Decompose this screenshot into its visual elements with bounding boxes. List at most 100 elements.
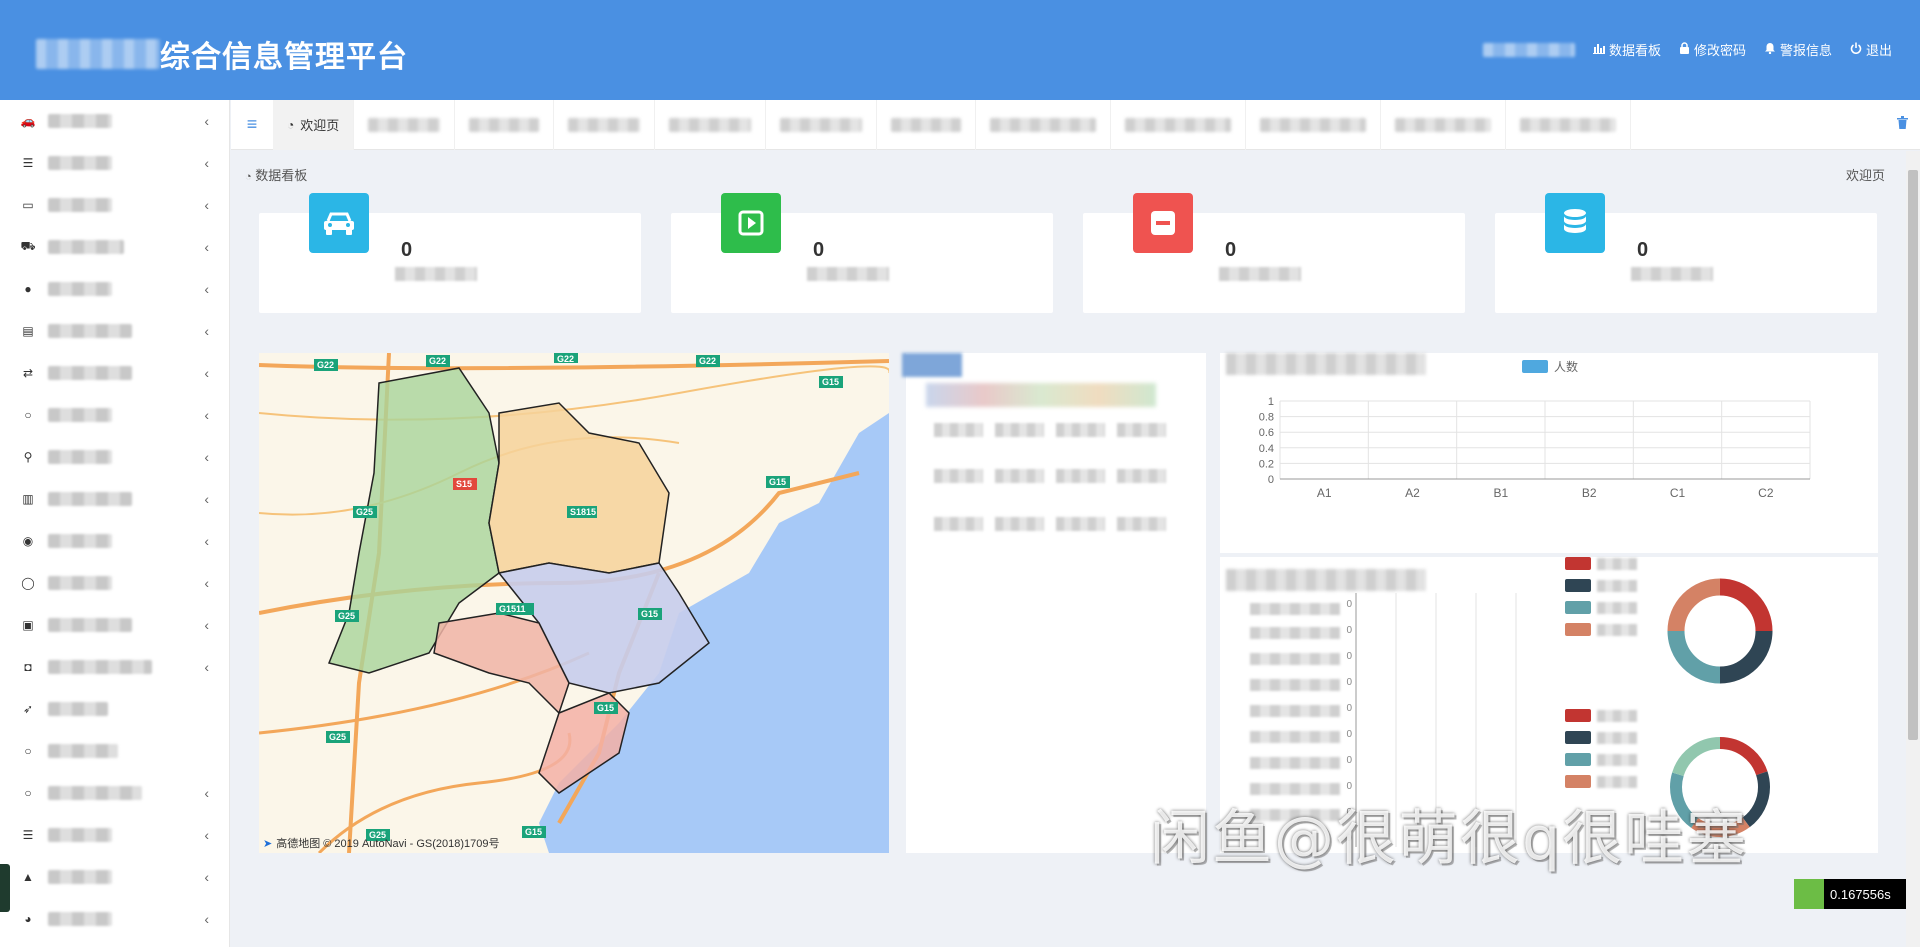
list-icon: ☰	[22, 828, 34, 842]
sidebar-label-redacted	[48, 492, 132, 506]
sidebar-drag-handle[interactable]	[0, 864, 10, 912]
sidebar-item[interactable]: ▤ ‹	[0, 310, 229, 352]
bar-chart-icon	[1592, 42, 1605, 57]
sidebar-item[interactable]: ▭ ‹	[0, 184, 229, 226]
sidebar-item[interactable]: ⇄ ‹	[0, 352, 229, 394]
tab-redacted[interactable]	[976, 99, 1112, 150]
sidebar-item[interactable]: ▲ ‹	[0, 856, 229, 898]
x-tick-label: B2	[1582, 486, 1597, 500]
sidebar-label-redacted	[48, 282, 112, 296]
chevron-left-icon: ‹	[204, 491, 209, 507]
tab-redacted[interactable]	[766, 99, 878, 150]
pie-legend-item[interactable]	[1565, 579, 1637, 592]
chart-legend[interactable]: 人数	[1522, 358, 1578, 375]
sidebar-label-redacted	[48, 702, 108, 716]
car-icon	[309, 193, 369, 253]
sidebar-item[interactable]: ⚲ ‹	[0, 436, 229, 478]
chevron-left-icon: ‹	[204, 449, 209, 465]
sidebar-item[interactable]: ◘ ‹	[0, 646, 229, 688]
logout-link[interactable]: 退出	[1850, 40, 1892, 59]
sidebar-item[interactable]: ○ ‹	[0, 772, 229, 814]
sidebar-item[interactable]: ◯ ‹	[0, 562, 229, 604]
sidebar-item[interactable]: ⛟ ‹	[0, 226, 229, 268]
bar-chart-panel: 人数 0 0.2 0.4 0.6 0.8 1 A1 A2 B1 B2 C1 C2	[1220, 353, 1878, 553]
id-card-icon: ▣	[22, 618, 34, 632]
sidebar-label-redacted	[48, 912, 112, 926]
pie-legend-item[interactable]	[1565, 753, 1637, 766]
trash-icon[interactable]	[1897, 116, 1908, 132]
axis-tick-label: 0	[1346, 599, 1352, 610]
scrollbar-thumb[interactable]	[1908, 170, 1918, 740]
sidebar-item[interactable]: ● ‹	[0, 268, 229, 310]
sidebar-item[interactable]: 🚗 ‹	[0, 100, 229, 142]
sidebar-label-redacted	[48, 324, 132, 338]
tab-redacted[interactable]	[455, 99, 555, 150]
stat-card: 0	[1083, 193, 1465, 313]
pie-legend-item[interactable]	[1565, 775, 1637, 788]
tab-redacted[interactable]	[1506, 99, 1632, 150]
stat-value: 0	[1637, 239, 1649, 261]
change-password-link[interactable]: 修改密码	[1679, 40, 1746, 59]
legend-swatch	[1522, 360, 1548, 373]
sidebar-item[interactable]: ☰ ‹	[0, 142, 229, 184]
pie-legend-item[interactable]	[1565, 623, 1637, 636]
sidebar-item[interactable]: ◕ ‹	[0, 898, 229, 940]
map-canvas[interactable]: G22 G22 G22 G22 G15 G15 G25 S15 S1815 G1…	[259, 353, 889, 853]
sidebar-item[interactable]: ○	[0, 730, 229, 772]
wechat-icon: ◕	[24, 912, 32, 926]
pie-legend-item[interactable]	[1565, 601, 1637, 614]
chevron-left-icon: ‹	[204, 407, 209, 423]
road-label: G15	[597, 703, 614, 713]
pie-legend-item[interactable]	[1565, 731, 1637, 744]
pie-legend-item[interactable]	[1565, 709, 1637, 722]
road-label: S1815	[570, 507, 596, 517]
sidebar-label-redacted	[48, 870, 112, 884]
menu-toggle-icon[interactable]: ≡	[231, 114, 273, 135]
watermark: 闲鱼@很萌很q很哇塞	[1150, 804, 1749, 874]
road-label: G15	[822, 377, 839, 387]
donut-chart-top[interactable]	[1660, 571, 1780, 691]
search-icon: ⚲	[23, 450, 33, 464]
axis-tick-label: 0	[1346, 625, 1352, 636]
tab-label-redacted	[568, 117, 641, 132]
user-circle-icon: ◉	[22, 534, 34, 548]
sidebar-item[interactable]: ☰ ‹	[0, 814, 229, 856]
tab-redacted[interactable]	[1381, 99, 1507, 150]
tab-label-redacted	[1520, 117, 1617, 132]
road-label: G22	[317, 360, 334, 370]
pie-legend-item[interactable]	[1565, 557, 1637, 570]
chevron-left-icon: ‹	[204, 323, 209, 339]
road-label: G25	[356, 507, 373, 517]
timer-value: 0.167556s	[1830, 886, 1891, 902]
map-attribution: ➤ 高德地图 © 2019 AutoNavi - GS(2018)1709号	[263, 835, 500, 851]
sidebar-label-redacted	[48, 114, 112, 128]
tab-welcome[interactable]: ◔ 欢迎页	[273, 99, 355, 150]
tab-redacted[interactable]	[554, 99, 656, 150]
road-label: G1511	[499, 604, 526, 614]
chevron-left-icon: ‹	[204, 239, 209, 255]
tab-label-redacted	[368, 117, 441, 132]
chevron-left-icon: ‹	[204, 659, 209, 675]
y-tick-label: 0.6	[1259, 427, 1274, 439]
region-map[interactable]: G22 G22 G22 G22 G15 G15 G25 S15 S1815 G1…	[259, 353, 889, 853]
tab-redacted[interactable]	[354, 99, 456, 150]
stat-value: 0	[401, 239, 413, 261]
change-password-label: 修改密码	[1693, 43, 1746, 58]
username-redacted	[1482, 42, 1575, 57]
sidebar-item[interactable]: ○ ‹	[0, 394, 229, 436]
sidebar-item[interactable]: ➶	[0, 688, 229, 730]
dashboard-link[interactable]: 数据看板	[1592, 40, 1661, 59]
sidebar-label-redacted	[48, 576, 112, 590]
breadcrumb-label: 数据看板	[255, 168, 308, 183]
tab-redacted[interactable]	[1246, 99, 1382, 150]
sidebar-label-redacted	[48, 828, 112, 842]
tab-redacted[interactable]	[877, 99, 977, 150]
alarm-info-link[interactable]: 警报信息	[1764, 40, 1832, 59]
tab-redacted[interactable]	[655, 99, 767, 150]
tab-label-redacted	[990, 117, 1097, 132]
sidebar-item[interactable]: ▥ ‹	[0, 478, 229, 520]
sidebar-item[interactable]: ◉ ‹	[0, 520, 229, 562]
tab-redacted[interactable]	[1111, 99, 1247, 150]
sidebar-item[interactable]: ▣ ‹	[0, 604, 229, 646]
card-icon: ▭	[22, 198, 34, 212]
